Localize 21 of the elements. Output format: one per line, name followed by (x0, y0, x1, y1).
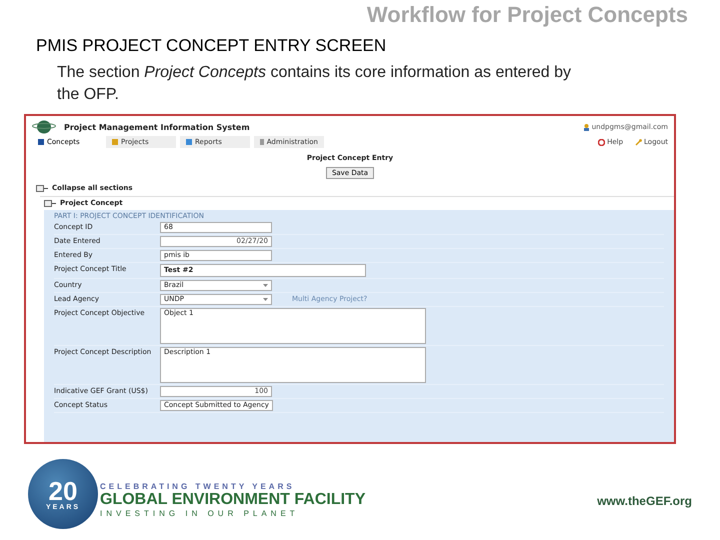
caret-icon (263, 298, 268, 301)
organization-name: GLOBAL ENVIRONMENT FACILITY (100, 491, 366, 509)
slide-heading: PMIS PROJECT CONCEPT ENTRY SCREEN (36, 36, 388, 56)
tagline: CELEBRATING TWENTY YEARS (100, 482, 296, 491)
slide-title: Workflow for Project Concepts (366, 2, 688, 28)
slide-description: The section Project Concepts contains its core information as entered by the OFP. (57, 63, 572, 105)
section-toggle-icon (44, 200, 56, 207)
help-icon (598, 138, 606, 146)
collapse-icon (36, 185, 48, 192)
caret-icon (263, 284, 268, 287)
globe-logo-icon (32, 120, 56, 134)
tab-icon (260, 139, 264, 145)
tagline: INVESTING IN OUR PLANET (100, 509, 300, 518)
user-icon (584, 124, 589, 130)
app-title: Project Management Information System (64, 122, 250, 132)
website-url: www.theGEF.org (597, 494, 692, 508)
key-icon (635, 138, 642, 146)
tab-icon (112, 139, 118, 145)
tab-icon (38, 139, 44, 145)
tab-icon (186, 139, 192, 145)
logo-number: 20 (48, 478, 78, 504)
